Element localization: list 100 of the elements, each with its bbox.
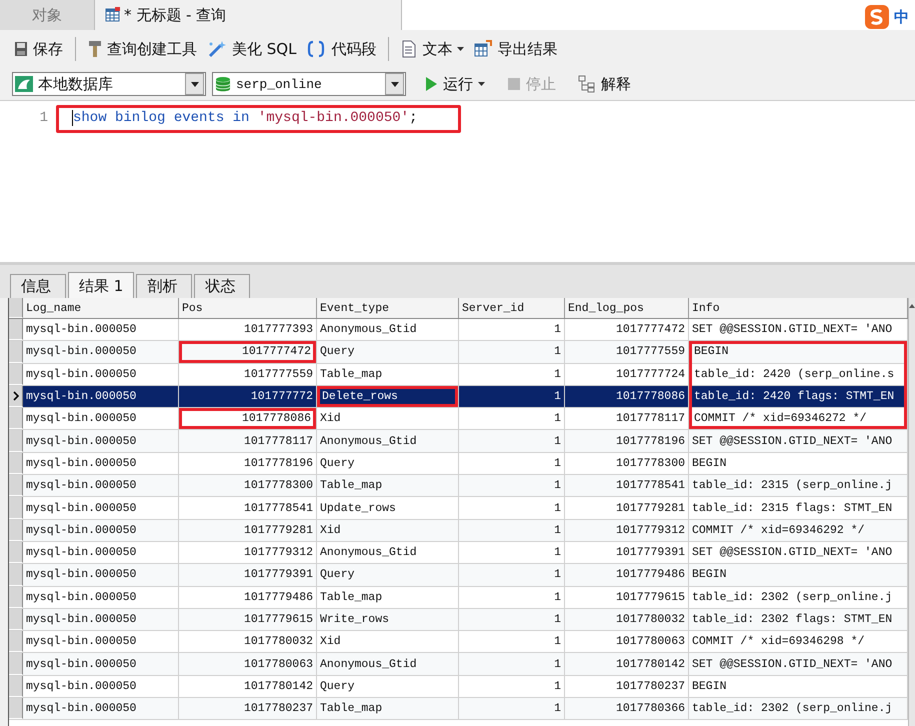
table-cell: 1017778117 [565, 408, 689, 430]
table-cell: 1017780237 [179, 698, 317, 720]
table-cell: 1017779312 [565, 520, 689, 541]
table-row[interactable]: mysql-bin.000050 1017779615 Write_rows 1 1017780032 table_id: 2302 flags: STMT_EN [9, 608, 908, 632]
scrollbar[interactable] [908, 298, 915, 726]
column-header[interactable]: Pos [179, 298, 317, 318]
table-cell: Xid [317, 408, 459, 430]
table-cell: Table_map [317, 698, 459, 720]
database-dropdown[interactable]: serp_online [212, 72, 406, 96]
table-row[interactable]: mysql-bin.000050 1017778300 Table_map 1 1017778541 table_id: 2315 (serp_online.j [9, 475, 908, 498]
toolbar-button[interactable]: 美化 SQL [203, 38, 300, 60]
database-icon [215, 76, 231, 92]
table-cell: 1017779312 [179, 542, 317, 564]
table-cell: mysql-bin.000050 [23, 452, 179, 474]
table-row[interactable]: mysql-bin.000050 1017780063 Anonymous_Gtid 1 1017780142 SET @@SESSION.GTID_NEXT= 'ANO [9, 653, 908, 676]
toolbar-button[interactable]: 代码段 [302, 38, 380, 60]
table-cell: mysql-bin.000050 [23, 564, 179, 586]
table-cell: Query [317, 564, 459, 586]
table-cell: mysql-bin.000050 [23, 631, 179, 652]
table-cell: mysql-bin.000050 [23, 653, 179, 675]
table-cell: mysql-bin.000050 [23, 698, 179, 720]
result-tab[interactable]: 结果 1 [68, 272, 134, 298]
table-cell: mysql-bin.000050 [23, 386, 179, 408]
document-tab[interactable]: * 无标题 - 查询 [95, 0, 402, 30]
toolbar-button[interactable]: 导出结果 [470, 38, 562, 60]
play-icon [424, 76, 438, 92]
result-tab[interactable]: 状态 [194, 274, 250, 298]
table-cell: 1017777724 [565, 364, 689, 385]
table-cell: mysql-bin.000050 [23, 520, 179, 541]
table-cell: 1017780142 [565, 653, 689, 675]
table-cell: 1017777472 [565, 319, 689, 340]
row-header[interactable] [9, 386, 23, 408]
table-cell: 1017777393 [179, 319, 317, 340]
table-cell: 1 [459, 564, 565, 586]
table-cell: 101777772 [179, 386, 317, 408]
table-cell: Xid [317, 631, 459, 652]
table-cell: 1017779486 [179, 586, 317, 608]
table-cell: 1017777559 [179, 364, 317, 385]
table-cell: 1 [459, 542, 565, 564]
braces-icon [306, 40, 326, 58]
table-row[interactable]: mysql-bin.000050 1017779391 Query 1 1017779486 BEGIN [9, 564, 908, 587]
table-row[interactable]: mysql-bin.000050 1017777472 Query 1 1017777559 BEGIN [9, 341, 908, 364]
result-tab[interactable]: 剖析 [136, 274, 192, 298]
table-cell: mysql-bin.000050 [23, 341, 179, 363]
column-header[interactable]: Server_id [459, 298, 565, 318]
table-cell: mysql-bin.000050 [23, 364, 179, 385]
table-cell: 1 [459, 586, 565, 608]
column-header[interactable]: End_log_pos [565, 298, 689, 318]
table-cell: mysql-bin.000050 [23, 430, 179, 452]
table-cell: mysql-bin.000050 [23, 542, 179, 564]
table-cell: BEGIN [689, 341, 908, 363]
code-line[interactable]: show binlog events in 'mysql-bin.000050'; [72, 110, 418, 126]
toolbar-button[interactable]: 查询创建工具 [84, 38, 201, 60]
toolbar-button[interactable]: 解释 [574, 72, 635, 96]
table-cell: 1017778086 [179, 408, 317, 430]
row-pointer-icon [12, 391, 18, 402]
column-header[interactable]: Event_type [317, 298, 459, 318]
input-mode-label[interactable]: 中 [894, 8, 909, 26]
line-number: 1 [38, 110, 49, 126]
connection-dropdown[interactable]: 本地数据库 [12, 72, 206, 96]
table-cell: Query [317, 341, 459, 363]
column-header[interactable]: Log_name [23, 298, 179, 318]
dropdown-arrow-icon [190, 82, 198, 86]
toolbar-button[interactable]: 运行 [420, 72, 489, 96]
table-cell: 1017779391 [179, 564, 317, 586]
table-row[interactable]: mysql-bin.000050 1017779281 Xid 1 1017779312 COMMIT /* xid=69346292 */ [9, 520, 908, 542]
table-cell: Anonymous_Gtid [317, 653, 459, 675]
table-cell: mysql-bin.000050 [23, 497, 179, 519]
magic-wand-icon [207, 40, 227, 58]
table-cell: 1017778117 [179, 430, 317, 452]
result-tab[interactable]: 信息 [10, 274, 66, 298]
toolbar-button[interactable]: 保存 [10, 38, 67, 60]
table-cell: 1017778541 [565, 475, 689, 496]
table-row[interactable]: mysql-bin.000050 1017780237 Table_map 1 1017780366 table_id: 2302 (serp_online.j [9, 698, 908, 720]
table-cell: mysql-bin.000050 [23, 586, 179, 608]
grid-icon [105, 7, 121, 23]
table-cell: Write_rows [317, 608, 459, 630]
table-cell: Table_map [317, 475, 459, 496]
table-cell: Query [317, 676, 459, 698]
table-cell: mysql-bin.000050 [23, 676, 179, 698]
table-cell: 1017778196 [179, 452, 317, 474]
table-cell: 1 [459, 364, 565, 385]
table-row[interactable]: mysql-bin.000050 1017778117 Anonymous_Gtid 1 1017778196 SET @@SESSION.GTID_NEXT= 'ANO [9, 430, 908, 453]
dolphin-icon [15, 76, 33, 92]
hammer-icon [88, 40, 102, 58]
table-cell: Table_map [317, 586, 459, 608]
table-export-icon [474, 40, 492, 58]
table-cell: Anonymous_Gtid [317, 430, 459, 452]
table-cell: 1017778086 [565, 386, 689, 408]
table-cell: Anonymous_Gtid [317, 319, 459, 340]
table-cell: 1 [459, 608, 565, 630]
toolbar-button[interactable]: 文本 [397, 38, 468, 60]
table-row[interactable]: mysql-bin.000050 101777772 Delete_rows 1 1017778086 table_id: 2420 flags: STMT_EN [9, 386, 908, 408]
table-cell: 1 [459, 676, 565, 698]
document-icon [401, 40, 418, 58]
floppy-icon [14, 41, 28, 57]
table-cell: 1 [459, 653, 565, 675]
table-cell: 1017780063 [565, 631, 689, 652]
table-cell: 1017780032 [565, 608, 689, 630]
table-cell: mysql-bin.000050 [23, 475, 179, 496]
